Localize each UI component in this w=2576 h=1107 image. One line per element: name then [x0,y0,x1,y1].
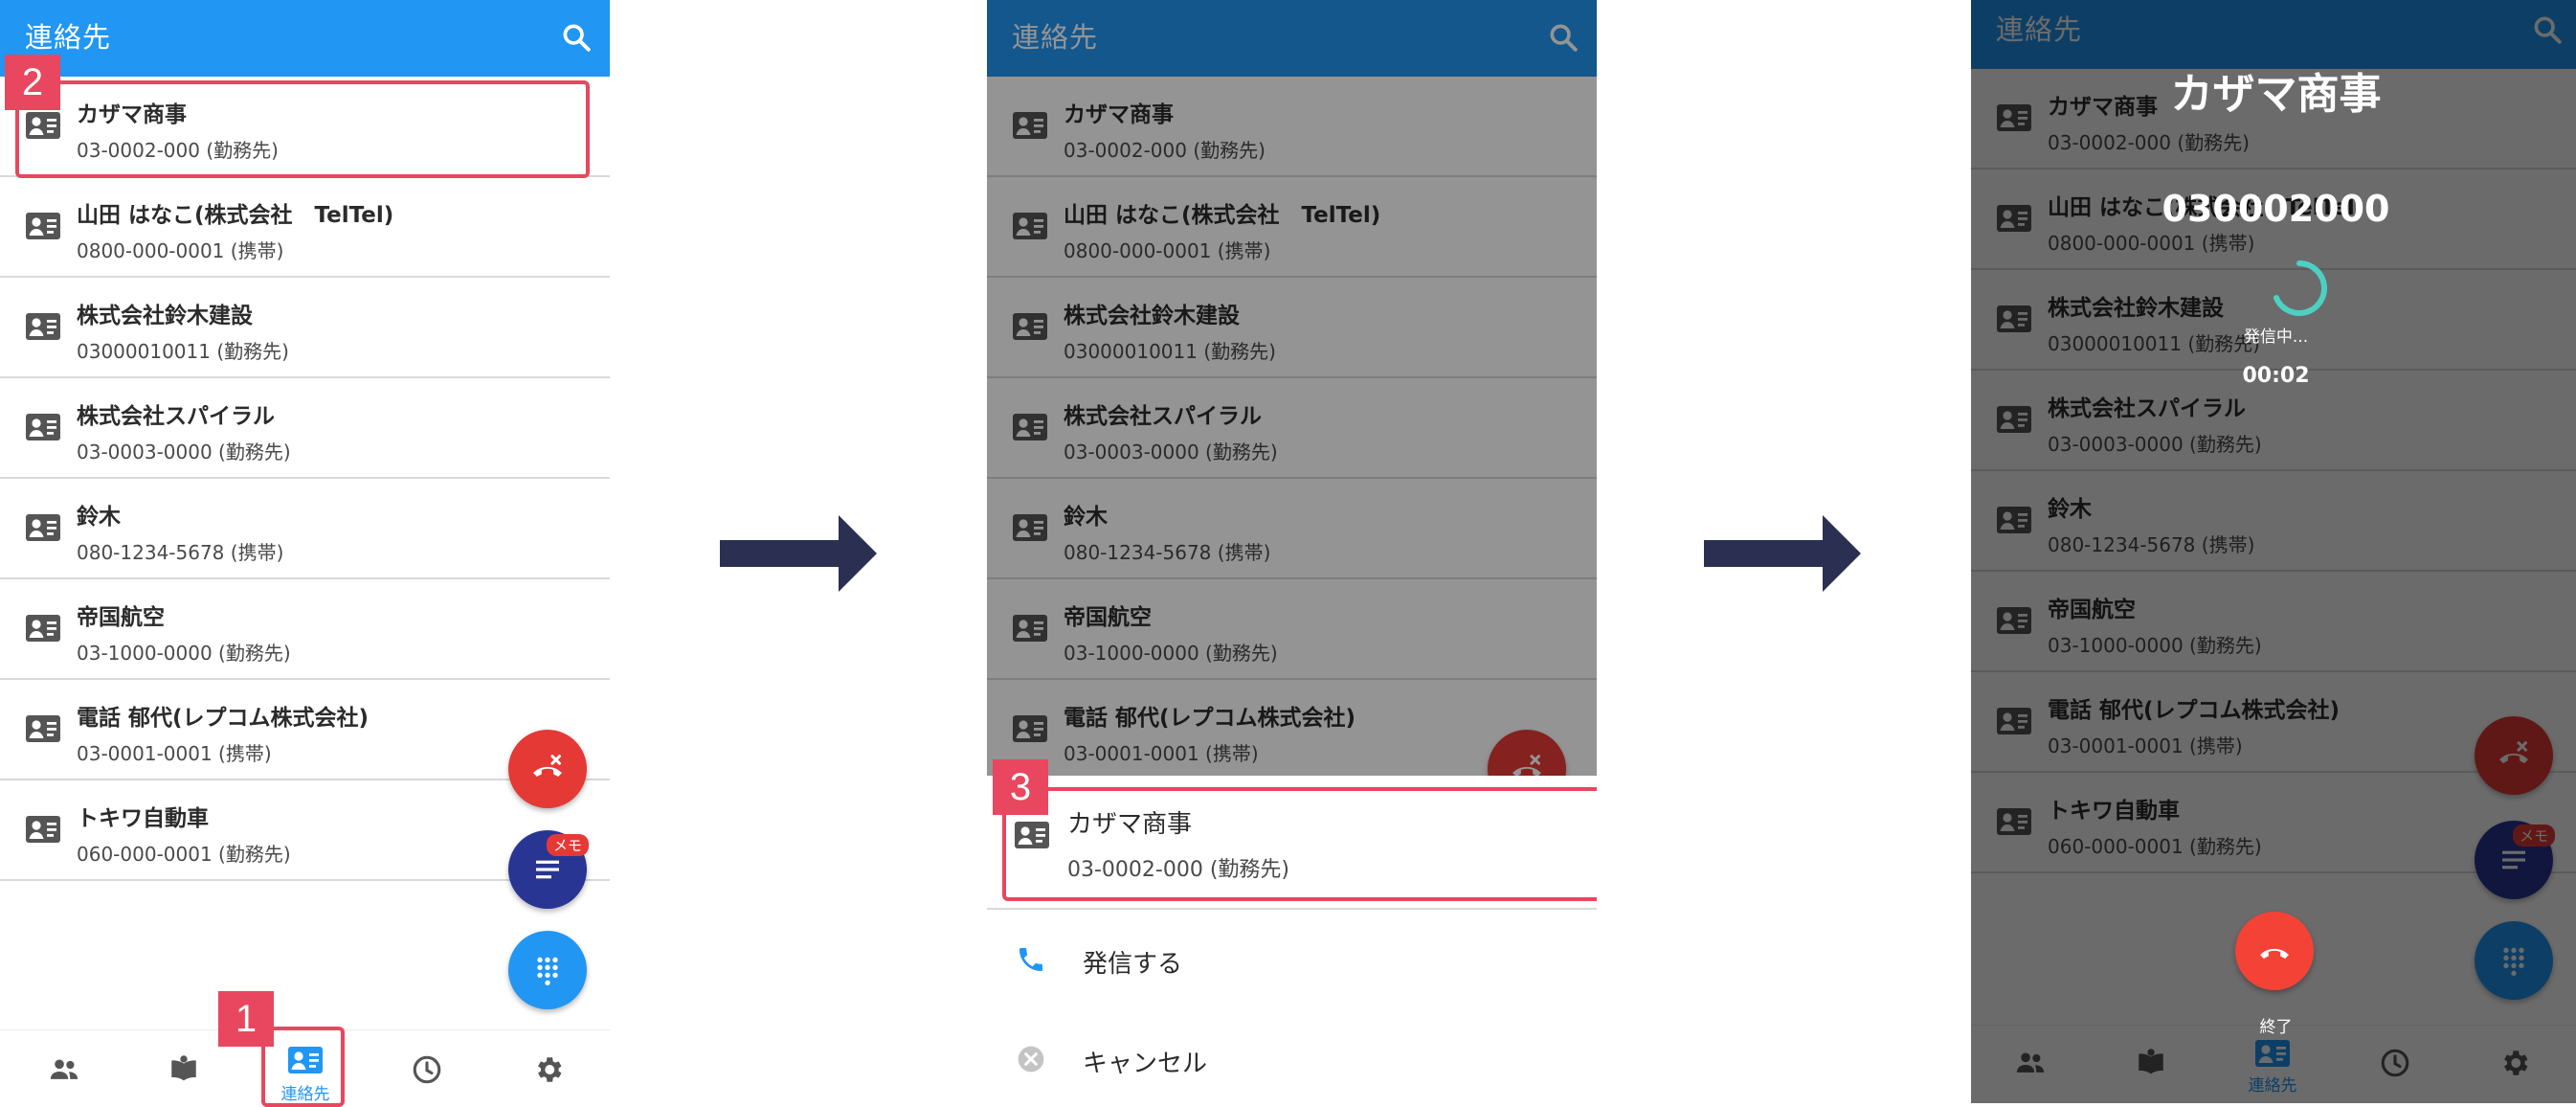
screen-calling: 連絡先 カザマ商事 03-0002-000 (勤務先) 山田 はなこ(株式会社 … [1971,0,2576,1103]
hangup-icon [533,755,562,777]
cancel-icon [1018,1046,1044,1073]
contact-card-icon [26,715,60,742]
end-call-label: 終了 [2259,1018,2293,1037]
step-badge-1: 1 [218,991,274,1047]
contact-number: 03-0003-0000 (勤務先) [77,441,291,463]
contact-name: 株式会社鈴木建設 [77,304,253,328]
calling-overlay: カザマ商事 030002000 発信中... 00:02 終了 [1971,0,2576,1103]
contact-number: 03000010011 (勤務先) [77,340,289,363]
contact-name: 鈴木 [77,505,121,530]
contact-card-icon [26,615,60,642]
calling-name: カザマ商事 [2170,70,2382,119]
loading-spinner-icon [2274,260,2327,316]
dialpad-icon [537,957,558,985]
calling-number: 030002000 [2162,188,2390,230]
gear-icon [538,1057,562,1082]
dialpad-fab[interactable] [508,931,587,1009]
right-arrow-icon [720,515,877,592]
screen-call-sheet: 連絡先 カザマ商事 03-0002-000 (勤務先) 山田 はなこ(株式会社 … [987,0,1597,1107]
contact-card-icon [26,313,60,340]
contact-number: 0800-000-0001 (携帯) [77,239,284,262]
contact-name: トキワ自動車 [77,806,209,831]
memo-badge: メモ [546,834,589,856]
contact-row[interactable]: 鈴木 080-1234-5678 (携帯) [0,479,610,579]
contact-row[interactable]: 株式会社鈴木建設 03000010011 (勤務先) [0,278,610,378]
highlight-sheet-contact [1002,787,1597,901]
screen-contacts-list: 連絡先 カザマ商事 03-0002-000 (勤務先) 山田 はなこ(株式会社 … [0,0,610,1107]
notes-fab[interactable]: メモ [508,830,589,909]
phone-icon [1019,948,1042,971]
contact-card-icon [26,514,60,541]
notes-icon [536,860,559,879]
calling-timer: 00:02 [2242,364,2310,388]
cancel-option-label: キャンセル [1083,1050,1208,1078]
people-icon [50,1059,78,1079]
contact-row[interactable]: 株式会社スパイラル 03-0003-0000 (勤務先) [0,378,610,479]
right-arrow-icon [1704,515,1861,592]
nav-history[interactable] [389,1030,465,1107]
calling-status: 発信中... [2243,328,2309,347]
contact-row[interactable]: 山田 はなこ(株式会社 TelTel) 0800-000-0001 (携帯) [0,177,610,278]
contact-number: 03-1000-0000 (勤務先) [77,642,291,665]
step-badge-3: 3 [993,759,1048,815]
contact-number: 080-1234-5678 (携帯) [77,541,284,564]
call-option[interactable]: 発信する [987,912,1597,1007]
contact-name: 山田 はなこ(株式会社 TelTel) [77,203,394,228]
contact-name: 株式会社スパイラル [77,404,275,429]
contact-name: 帝国航空 [77,605,165,630]
contact-row[interactable]: 帝国航空 03-1000-0000 (勤務先) [0,579,610,680]
clock-icon [413,1055,441,1084]
highlight-contacts-tab [261,1027,345,1107]
contact-number: 03-0001-0001 (携帯) [77,742,272,765]
end-call-button[interactable] [2235,912,2314,990]
highlight-first-contact [15,80,590,178]
contact-number: 060-000-0001 (勤務先) [77,843,291,866]
contact-card-icon [26,816,60,843]
app-bar: 連絡先 [0,0,610,77]
nav-book[interactable] [146,1030,222,1107]
book-icon [171,1055,196,1081]
cancel-option[interactable]: キャンセル [987,1011,1597,1107]
hangup-fab[interactable] [508,730,587,808]
contact-card-icon [26,213,60,239]
call-option-label: 発信する [1083,950,1183,979]
contact-name: 電話 郁代(レプコム株式会社) [77,706,370,731]
nav-people[interactable] [26,1030,102,1107]
step-badge-2: 2 [5,55,60,110]
nav-settings[interactable] [510,1030,587,1107]
search-icon[interactable] [560,21,593,54]
hangup-icon [2260,948,2289,959]
contact-card-icon [26,414,60,441]
